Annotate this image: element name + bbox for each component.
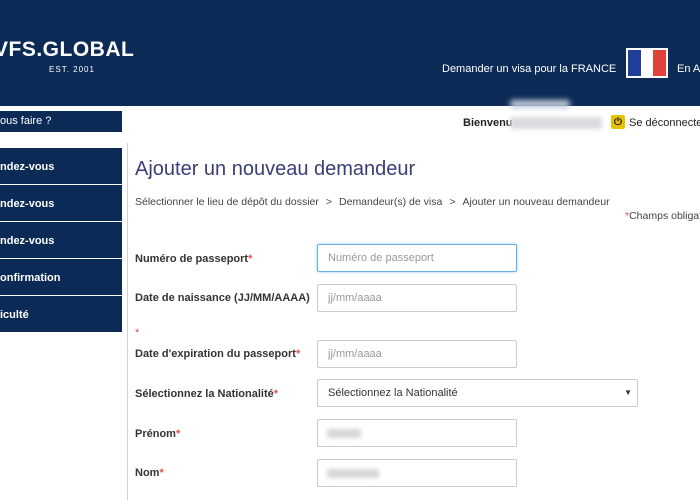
sidebar-item-appointment-3[interactable]: ndez-vous [0, 222, 122, 258]
passport-expiry-input[interactable] [317, 340, 517, 368]
required-star: * [175, 428, 181, 440]
sidebar-divider [127, 143, 128, 500]
passport-expiry-label-text: Date d'expiration du passeport [135, 348, 296, 360]
breadcrumb-separator: > [325, 196, 333, 208]
logout-link[interactable]: Se déconnecte [629, 117, 700, 129]
sidebar-item-appointment-2[interactable]: ndez-vous [0, 185, 122, 221]
apply-visa-text: Demander un visa pour la FRANCE [442, 63, 617, 75]
welcome-text: Bienvenu [463, 117, 513, 129]
required-star: * [273, 388, 279, 400]
required-star: * [248, 253, 253, 265]
passport-label-text: Numéro de passeport [135, 253, 249, 265]
required-fields-note: *Champs obligat [625, 210, 700, 222]
required-star: * [135, 327, 140, 339]
passport-number-input[interactable] [317, 244, 517, 272]
required-star: * [159, 467, 164, 479]
breadcrumb-item-current: Ajouter un nouveau demandeur [462, 196, 610, 208]
required-note-text: Champs obligat [629, 210, 700, 222]
last-name-label-text: Nom [135, 467, 160, 479]
dropdown-arrow-icon: ▼ [624, 388, 632, 397]
site-header: VFS.GLOBAL EST. 2001 Demander un visa po… [0, 0, 700, 108]
first-name-label: Prénom* [135, 428, 180, 440]
redacted-first-name [327, 429, 361, 438]
nationality-label-text: Sélectionnez la Nationalité [135, 388, 274, 400]
sidebar-item-difficulty[interactable]: iculté [0, 296, 122, 332]
passport-label: Numéro de passeport* [135, 253, 252, 265]
breadcrumb: Sélectionner le lieu de dépôt du dossier… [135, 196, 610, 208]
required-star: * [295, 348, 301, 360]
first-name-label-text: Prénom [135, 428, 176, 440]
france-flag-icon[interactable] [626, 48, 668, 78]
redacted-text [510, 100, 570, 108]
sidebar: ndez-vous ndez-vous ndez-vous onfirmatio… [0, 148, 122, 333]
last-name-label: Nom* [135, 467, 164, 479]
redacted-username [510, 117, 602, 129]
nationality-select[interactable]: Sélectionnez la Nationalité ▼ [317, 379, 638, 407]
breadcrumb-item[interactable]: Demandeur(s) de visa [339, 196, 442, 208]
breadcrumb-item[interactable]: Sélectionner le lieu de dépôt du dossier [135, 196, 319, 208]
birth-date-input[interactable] [317, 284, 517, 312]
page-title: Ajouter un nouveau demandeur [135, 158, 416, 180]
birth-date-label: Date de naissance (JJ/MM/AAAA) [135, 292, 310, 304]
language-link[interactable]: En A [677, 63, 700, 75]
flag-stripe-white [640, 50, 654, 76]
logo-text: VFS.GLOBAL [0, 38, 135, 61]
sidebar-item-appointment-1[interactable]: ndez-vous [0, 148, 122, 184]
nationality-selected-value: Sélectionnez la Nationalité [328, 387, 458, 399]
power-icon[interactable]: ⏻ [611, 115, 625, 129]
breadcrumb-separator: > [449, 196, 456, 208]
help-menu-item[interactable]: ous faire ? [0, 111, 122, 132]
flag-stripe-blue [628, 50, 641, 76]
nationality-label: Sélectionnez la Nationalité* [135, 388, 278, 400]
redacted-last-name [327, 469, 379, 478]
passport-expiry-label: Date d'expiration du passeport* [135, 348, 300, 360]
logo-subtitle: EST. 2001 [49, 65, 95, 74]
vfs-logo[interactable]: VFS.GLOBAL EST. 2001 [0, 38, 135, 74]
flag-stripe-red [653, 50, 667, 76]
sidebar-item-confirmation[interactable]: onfirmation [0, 259, 122, 295]
